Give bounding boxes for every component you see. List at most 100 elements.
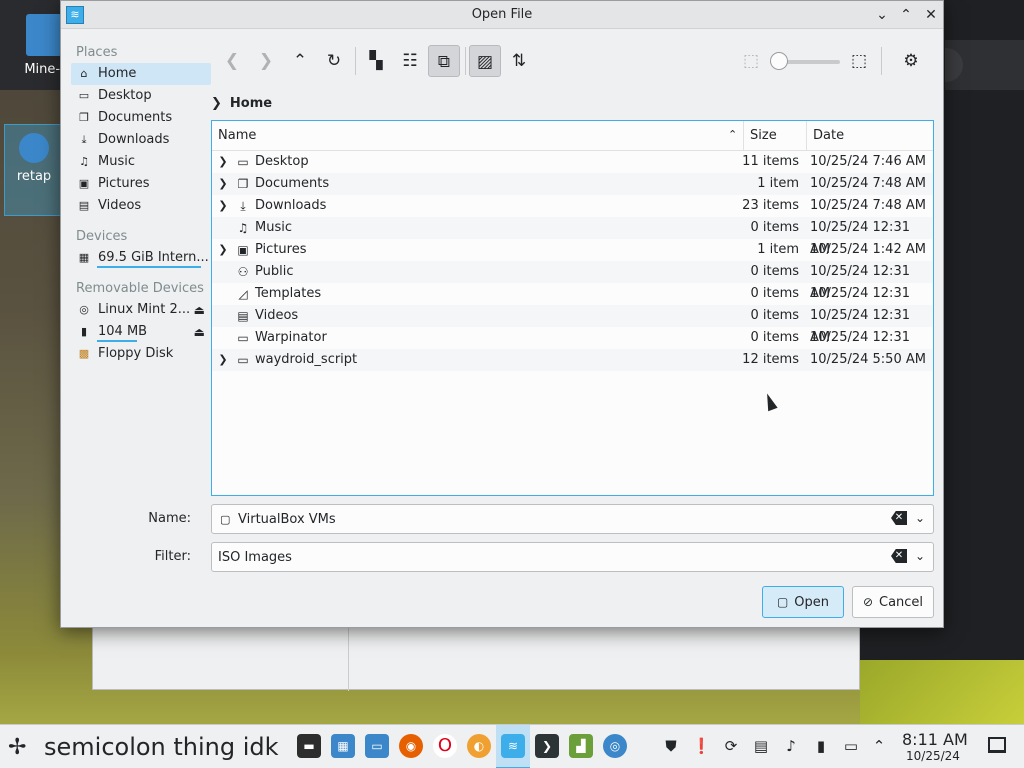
chevron-right-icon[interactable]: ❯ <box>211 96 222 111</box>
column-header-size[interactable]: Size <box>744 121 802 151</box>
chevron-right-icon[interactable]: ❯ <box>218 349 228 371</box>
sidebar-item-desktop[interactable]: ▭ Desktop <box>71 85 211 107</box>
column-header-date[interactable]: Date <box>807 121 932 151</box>
sidebar-item-internal-drive[interactable]: ▦ 69.5 GiB Intern... <box>71 247 211 269</box>
open-button-label: Open <box>794 595 830 610</box>
table-row[interactable]: ⚇ Public 0 items 10/25/24 12:31 AM <box>212 261 933 301</box>
table-row[interactable]: ▤ Videos 0 items 10/25/24 12:31 AM <box>212 305 933 345</box>
chevron-right-icon[interactable]: ❯ <box>218 173 228 195</box>
sidebar-item-pictures[interactable]: ▣ Pictures <box>71 173 211 195</box>
table-row[interactable]: ♫ Music 0 items 10/25/24 12:31 AM <box>212 217 933 257</box>
clear-text-icon[interactable]: ✕ <box>891 511 907 525</box>
table-row[interactable]: ❯ ❐ Documents 1 item 10/25/24 7:48 AM <box>212 173 933 195</box>
music-icon: ♫ <box>79 155 89 168</box>
sidebar-item-linux-mint[interactable]: ◎ Linux Mint 2... ⏏ <box>71 299 211 321</box>
open-button[interactable]: ▢ Open <box>762 586 844 618</box>
shield-icon[interactable]: ⛊ <box>662 737 680 755</box>
desktop-icon: ▭ <box>237 155 249 169</box>
chevron-right-icon[interactable]: ❯ <box>218 239 228 261</box>
file-size: 0 items <box>750 264 799 279</box>
column-header-name[interactable]: Name <box>212 121 742 151</box>
table-row[interactable]: ▭Warpinator0 items10/25/24 12:31 AM <box>212 327 933 367</box>
options-menu-button[interactable]: ⚙ <box>895 45 927 77</box>
maximize-button[interactable]: ⌃ <box>896 5 916 25</box>
sort-ascending-icon: ⌃ <box>728 128 738 141</box>
chevron-up-icon[interactable]: ⌃ <box>870 737 888 755</box>
eject-icon[interactable]: ⏏ <box>194 299 205 321</box>
back-button[interactable]: ❮ <box>216 45 248 77</box>
sidebar-item-downloads[interactable]: ⤓ Downloads <box>71 129 211 151</box>
compact-view-button[interactable]: ☷ <box>394 45 426 77</box>
chevron-right-icon[interactable]: ❯ <box>218 195 228 217</box>
breadcrumb-current[interactable]: Home <box>230 96 272 111</box>
toolbar: ❮ ❯ ⌃ ↻ ▚ ☷ ⧉ ▨ ⇅ ⬚ ⬚ ⚙ <box>221 43 941 81</box>
sidebar-item-music[interactable]: ♫ Music <box>71 151 211 173</box>
volume-muted-icon[interactable]: ♪ <box>782 737 800 755</box>
display-icon[interactable]: ▭ <box>842 737 860 755</box>
sidebar-item-home[interactable]: ⌂ Home <box>71 63 211 85</box>
forward-button[interactable]: ❯ <box>250 45 282 77</box>
chevron-right-icon[interactable]: ❯ <box>218 151 228 173</box>
file-size: 23 items <box>742 198 799 213</box>
table-row[interactable]: ❯ ▭ Desktop 11 items 10/25/24 7:46 AM <box>212 151 933 173</box>
table-row[interactable]: ◿Templates0 items10/25/24 12:31 AM <box>212 283 933 323</box>
reload-button[interactable]: ↻ <box>318 45 350 77</box>
table-row[interactable]: ❯ ⤓ Downloads 23 items 10/25/24 7:48 AM <box>212 195 933 217</box>
templates-icon: ◿ <box>238 287 248 301</box>
sidebar-item-label: Home <box>98 66 137 81</box>
sidebar-item-floppy-disk[interactable]: ▩ Floppy Disk <box>71 343 211 365</box>
details-view-button[interactable]: ⧉ <box>428 45 460 77</box>
breadcrumb[interactable]: ❯ Home <box>211 93 272 113</box>
terminal-app-icon[interactable]: ▬ <box>297 734 321 758</box>
clock-date[interactable]: 10/25/24 <box>906 749 960 763</box>
chart-app-icon[interactable]: ▟ <box>569 734 593 758</box>
file-list[interactable]: Name ⌃ Size Date ❯ ▭ Desktop 11 items 10/25/… <box>211 120 934 496</box>
firefox-icon[interactable]: ◉ <box>399 734 423 758</box>
eject-icon[interactable]: ⏏ <box>194 321 205 343</box>
app-launcher-icon[interactable]: ✢ <box>8 735 26 760</box>
compact-view-icon: ☷ <box>402 51 418 71</box>
preview-toggle-button[interactable]: ▨ <box>469 45 501 77</box>
close-button[interactable]: ✕ <box>921 5 941 25</box>
chevron-down-icon[interactable]: ⌄ <box>915 549 925 563</box>
table-row[interactable]: ❯ ▣ Pictures 1 item 10/25/24 1:42 AM <box>212 239 933 261</box>
sidebar-item-videos[interactable]: ▤ Videos <box>71 195 211 217</box>
clipboard-alert-icon[interactable]: ❗ <box>692 737 711 755</box>
parent-folder-button[interactable]: ⌃ <box>284 45 316 77</box>
clock-time[interactable]: 8:11 AM <box>902 730 968 749</box>
icons-view-button[interactable]: ▚ <box>360 45 392 77</box>
opera-icon[interactable]: O <box>433 734 457 758</box>
notes-icon[interactable]: ▤ <box>752 737 770 755</box>
battery-icon[interactable]: ▮ <box>812 737 830 755</box>
titlebar[interactable]: ≋ Open File ⌄ ⌃ ✕ <box>61 1 943 29</box>
store-app-icon[interactable]: ▦ <box>331 734 355 758</box>
minimize-button[interactable]: ⌄ <box>872 5 892 25</box>
file-name: Templates <box>255 286 322 301</box>
cancel-button[interactable]: ⊘ Cancel <box>852 586 934 618</box>
open-file-dialog: ≋ Open File ⌄ ⌃ ✕ Places ⌂ Home ▭ Desktop … <box>60 0 944 628</box>
desktop-icon-retap[interactable]: retap <box>4 124 64 216</box>
folder-icon: ▭ <box>237 331 249 345</box>
chrome-app-icon[interactable]: ◎ <box>603 734 627 758</box>
zoom-in-button[interactable]: ⬚ <box>843 45 875 77</box>
taskbar-search-text[interactable]: semicolon thing idk <box>44 733 279 761</box>
clear-text-icon[interactable]: ✕ <box>891 549 907 563</box>
file-manager-icon[interactable]: ▭ <box>365 734 389 758</box>
sidebar-item-documents[interactable]: ❐ Documents <box>71 107 211 129</box>
file-name: Downloads <box>255 198 327 213</box>
browser-app-icon[interactable]: ◐ <box>467 734 491 758</box>
updates-icon[interactable]: ⟳ <box>722 737 740 755</box>
open-file-task-icon[interactable]: ≋ <box>501 734 525 758</box>
file-size: 1 item <box>757 176 799 191</box>
sidebar-item-104mb[interactable]: ▮ 104 MB ⏏ <box>71 321 211 343</box>
table-row[interactable]: ❯ ▭ waydroid_script 12 items 10/25/24 5:50 A… <box>212 349 933 371</box>
sort-button[interactable]: ⇅ <box>503 45 535 77</box>
konsole-icon[interactable]: ❯ <box>535 734 559 758</box>
zoom-out-button[interactable]: ⬚ <box>735 45 767 77</box>
filter-field[interactable]: ISO Images ✕ ⌄ <box>211 542 934 572</box>
name-field[interactable]: ▢ VirtualBox VMs ✕ ⌄ <box>211 504 934 534</box>
zoom-slider-handle[interactable] <box>770 52 788 70</box>
sidebar-item-label: Documents <box>98 110 173 125</box>
show-desktop-icon[interactable] <box>988 737 1006 753</box>
chevron-down-icon[interactable]: ⌄ <box>915 511 925 525</box>
